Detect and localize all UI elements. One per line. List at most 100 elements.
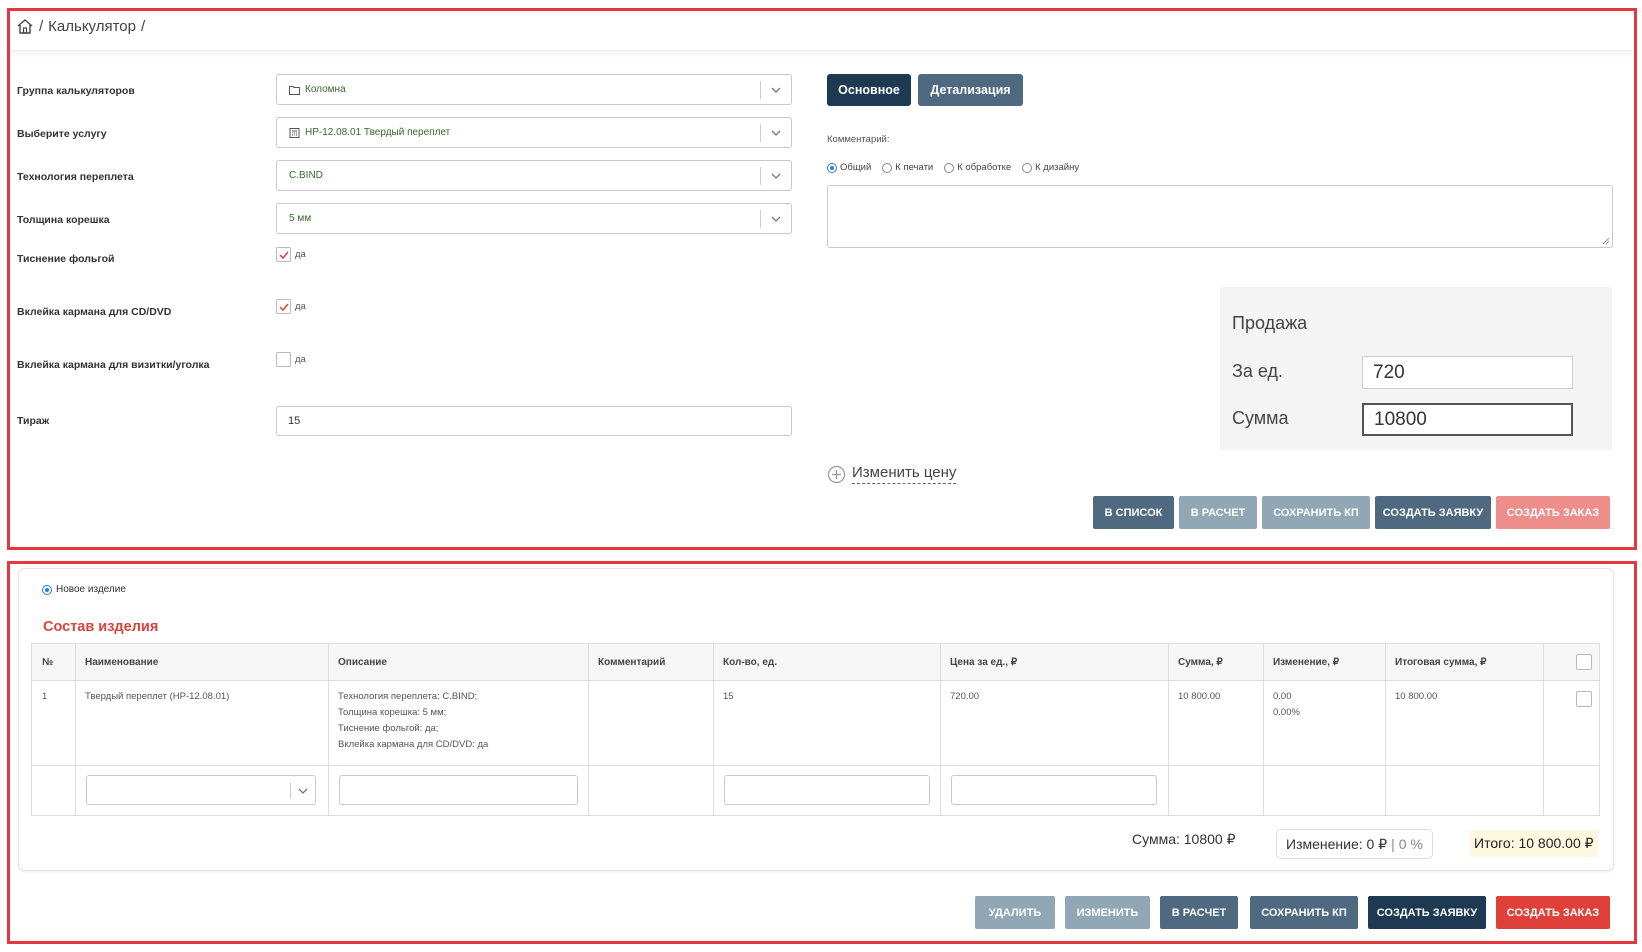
radio-processing-label: К обработке <box>957 162 1012 173</box>
totals-sum: Сумма: 10800 ₽ <box>1132 831 1236 847</box>
totals-change: Изменение: 0 ₽ | 0 % <box>1276 829 1433 859</box>
row-change-pct: 0.00% <box>1273 707 1300 718</box>
cd-checkbox[interactable]: да <box>276 299 306 314</box>
tech-label: Технология переплета <box>17 171 134 183</box>
bottom-create-request-button[interactable]: СОЗДАТЬ ЗАЯВКУ <box>1368 896 1486 929</box>
col-header-desc: Описание <box>338 657 387 668</box>
col-header-price: Цена за ед., ₽ <box>950 657 1018 668</box>
new-row-name-select[interactable] <box>86 775 316 805</box>
group-select[interactable]: Коломна <box>276 74 792 105</box>
chevron-down-icon <box>771 130 781 136</box>
tab-main[interactable]: Основное <box>827 74 911 106</box>
totals-change-separator: | <box>1391 836 1395 852</box>
cd-checkbox-label: да <box>295 301 306 312</box>
row-name: Твердый переплет (НР-12.08.01) <box>85 691 230 702</box>
col-header-name: Наименование <box>85 657 159 668</box>
plus-circle-icon <box>827 465 846 483</box>
tech-select[interactable]: C.BIND <box>276 160 792 191</box>
chevron-down-icon <box>298 788 308 794</box>
row-desc-line: Толщина корешка: 5 мм; <box>338 707 447 718</box>
new-item-radio-dot[interactable] <box>42 584 52 595</box>
new-item-radio[interactable]: Новое изделие <box>42 584 126 595</box>
tab-detail[interactable]: Детализация <box>918 74 1023 106</box>
bottom-to-calc-button[interactable]: В РАСЧЕТ <box>1160 896 1238 929</box>
sale-panel: Продажа За ед. 720 Сумма 10800 <box>1220 287 1612 450</box>
cd-label: Вклейка кармана для CD/DVD <box>17 306 172 318</box>
radio-print[interactable]: К печати <box>882 162 933 173</box>
delete-button[interactable]: УДАЛИТЬ <box>975 896 1055 929</box>
edit-button[interactable]: ИЗМЕНИТЬ <box>1065 896 1150 929</box>
card-pocket-checkbox-box[interactable] <box>276 352 291 367</box>
comment-label: Комментарий: <box>827 134 890 145</box>
calculator-panel <box>7 8 1637 550</box>
spine-label: Толщина корешка <box>17 214 110 226</box>
foil-checkbox-box[interactable] <box>276 247 291 262</box>
col-header-total: Итоговая сумма, ₽ <box>1395 657 1487 668</box>
unit-price-label: За ед. <box>1232 361 1284 381</box>
group-label: Группа калькуляторов <box>17 85 135 97</box>
foil-checkbox[interactable]: да <box>276 247 306 262</box>
card-pocket-checkbox[interactable]: да <box>276 352 306 367</box>
col-header-comment: Комментарий <box>598 657 666 668</box>
to-calc-button[interactable]: В РАСЧЕТ <box>1179 496 1257 529</box>
product-table: № Наименование Описание Комментарий Кол-… <box>31 643 1600 816</box>
radio-general-label: Общий <box>840 162 872 173</box>
col-header-sum: Сумма, ₽ <box>1178 657 1223 668</box>
spine-select-value: 5 мм <box>289 213 312 224</box>
resize-grip-icon[interactable] <box>1602 237 1610 245</box>
row-checkbox[interactable] <box>1576 691 1592 707</box>
col-header-num: № <box>42 657 54 668</box>
foil-checkbox-label: да <box>295 249 306 260</box>
header-divider <box>10 50 1632 58</box>
sum-input[interactable]: 10800 <box>1362 403 1573 436</box>
row-change: 0.00 <box>1273 691 1292 702</box>
row-desc-line: Тиснение фольгой: да; <box>338 723 439 734</box>
cd-checkbox-box[interactable] <box>276 299 291 314</box>
service-select[interactable]: НР-12.08.01 Твердый переплет <box>276 117 792 148</box>
calculator-icon <box>289 127 300 138</box>
change-price-label: Изменить цену <box>852 464 957 484</box>
row-price: 720.00 <box>950 691 980 702</box>
radio-general[interactable]: Общий <box>827 162 871 173</box>
sale-title: Продажа <box>1232 313 1308 333</box>
breadcrumb-current[interactable]: Калькулятор <box>48 18 136 35</box>
row-num: 1 <box>42 691 48 702</box>
change-price-link[interactable]: Изменить цену <box>827 464 957 484</box>
comment-type-radios: Общий К печати К обработке К дизайну <box>827 162 1079 173</box>
home-icon[interactable] <box>16 18 34 35</box>
create-request-button[interactable]: СОЗДАТЬ ЗАЯВКУ <box>1375 496 1491 529</box>
new-row-qty-input[interactable] <box>724 775 930 805</box>
check-icon <box>279 251 289 260</box>
breadcrumb-separator: / <box>39 18 44 35</box>
new-row-price-input[interactable] <box>951 775 1157 805</box>
radio-processing[interactable]: К обработке <box>944 162 1011 173</box>
radio-print-label: К печати <box>895 162 934 173</box>
breadcrumb: / Калькулятор / <box>16 18 145 35</box>
select-all-checkbox[interactable] <box>1576 654 1592 670</box>
save-kp-button[interactable]: СОХРАНИТЬ КП <box>1262 496 1370 529</box>
spine-select[interactable]: 5 мм <box>276 203 792 234</box>
new-row-desc-input[interactable] <box>339 775 578 805</box>
sum-label: Сумма <box>1232 408 1289 428</box>
create-order-button[interactable]: СОЗДАТЬ ЗАКАЗ <box>1496 496 1610 529</box>
unit-price-input[interactable]: 720 <box>1362 356 1573 389</box>
row-desc-line: Технология переплета: C.BIND; <box>338 691 478 702</box>
folder-icon <box>289 85 300 95</box>
row-qty: 15 <box>723 691 734 702</box>
comment-textarea[interactable] <box>827 185 1613 248</box>
chevron-down-icon <box>771 216 781 222</box>
card-pocket-label: Вклейка кармана для визитки/уголка <box>17 359 210 371</box>
run-input[interactable]: 15 <box>276 406 792 436</box>
new-item-label: Новое изделие <box>56 584 126 595</box>
service-label: Выберите услугу <box>17 128 107 140</box>
totals-final: Итого: 10 800.00 ₽ <box>1470 830 1598 857</box>
radio-design[interactable]: К дизайну <box>1022 162 1079 173</box>
bottom-save-kp-button[interactable]: СОХРАНИТЬ КП <box>1250 896 1358 929</box>
check-icon <box>279 303 289 312</box>
bottom-create-order-button[interactable]: СОЗДАТЬ ЗАКАЗ <box>1496 896 1610 929</box>
col-header-qty: Кол-во, ед. <box>723 657 778 668</box>
table-header <box>32 644 1599 681</box>
row-desc-line: Вклейка кармана для CD/DVD: да <box>338 739 489 750</box>
to-list-button[interactable]: В СПИСОК <box>1093 496 1174 529</box>
card-pocket-checkbox-label: да <box>295 354 306 365</box>
